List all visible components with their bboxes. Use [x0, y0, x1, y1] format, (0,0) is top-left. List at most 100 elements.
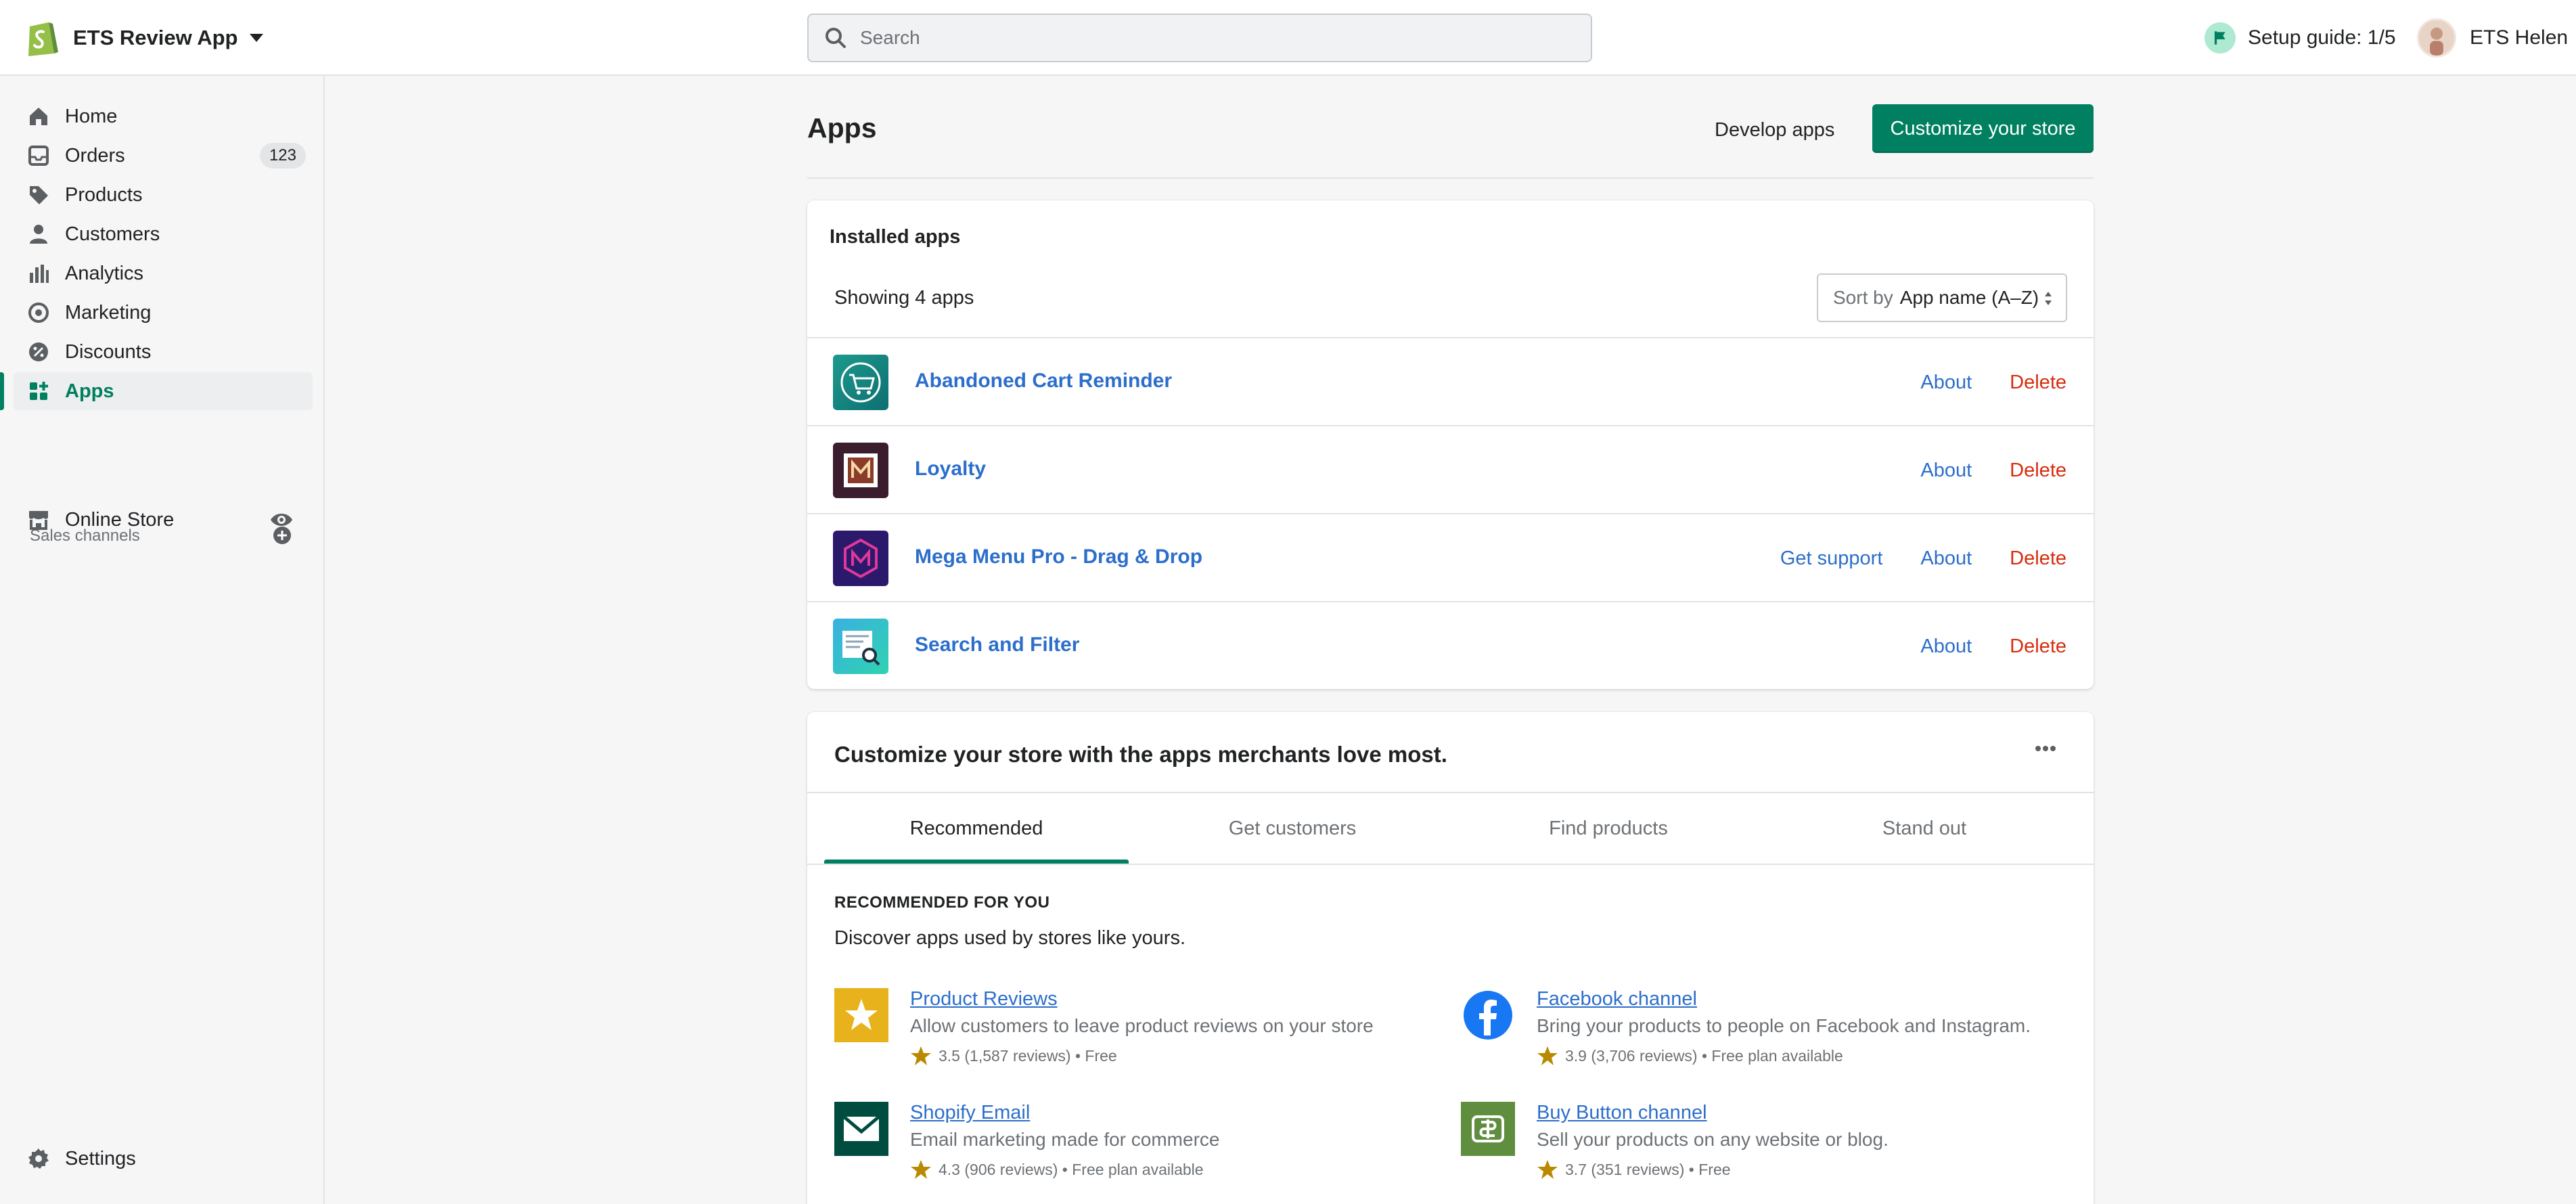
star-rating-icon — [1537, 1160, 1558, 1179]
sidebar-item-marketing[interactable]: Marketing — [14, 294, 313, 332]
chevron-down-icon — [250, 34, 264, 42]
sidebar-item-analytics[interactable]: Analytics — [14, 254, 313, 292]
sidebar: Home Orders 123 Products Customers Analy… — [0, 76, 325, 1204]
setup-guide-label: Setup guide: 1/5 — [2248, 26, 2396, 49]
select-arrows-icon — [2045, 292, 2052, 305]
customize-store-button[interactable]: Customize your store — [1872, 104, 2094, 153]
avatar — [2417, 18, 2456, 58]
recommended-app-description: Email marketing made for commerce — [910, 1129, 1220, 1150]
recommendation-tabs: Recommended Get customers Find products … — [807, 792, 2094, 865]
sidebar-item-label: Products — [65, 183, 143, 206]
get-support-link[interactable]: Get support — [1780, 548, 1883, 570]
sidebar-item-discounts[interactable]: Discounts — [14, 333, 313, 371]
person-icon — [30, 225, 47, 244]
tag-icon — [30, 186, 48, 204]
installed-apps-card: Installed apps Showing 4 apps Sort by Ap… — [807, 200, 2094, 689]
user-name: ETS Helen — [2470, 26, 2569, 49]
delete-link[interactable]: Delete — [2010, 636, 2066, 658]
sort-prefix: Sort by — [1833, 287, 1893, 308]
star-rating-icon — [1537, 1046, 1558, 1065]
flag-icon — [2205, 22, 2236, 53]
delete-link[interactable]: Delete — [2010, 372, 2066, 394]
store-name: ETS Review App — [73, 26, 238, 49]
about-link[interactable]: About — [1920, 636, 1972, 658]
sidebar-item-orders[interactable]: Orders 123 — [14, 137, 313, 175]
gear-icon — [28, 1149, 49, 1169]
recommended-app-description: Allow customers to leave product reviews… — [910, 1015, 1374, 1036]
sidebar-item-home[interactable]: Home — [14, 97, 313, 135]
about-link[interactable]: About — [1920, 548, 1972, 570]
recommended-app-link[interactable]: Buy Button channel — [1537, 1102, 1707, 1124]
sidebar-item-label: Online Store — [65, 508, 175, 531]
sidebar-item-label: Home — [65, 105, 118, 127]
page-title: Apps — [807, 112, 877, 143]
recommended-app-link[interactable]: Shopify Email — [910, 1102, 1030, 1124]
recommendations-card: Customize your store with the apps merch… — [807, 712, 2094, 1204]
setup-guide-button[interactable]: Setup guide: 1/5 — [2205, 22, 2396, 54]
tab-label: Stand out — [1882, 817, 1967, 839]
recommended-app-description: Bring your products to people on Faceboo… — [1537, 1015, 2031, 1036]
recommended-app-meta: 3.5 (1,587 reviews) • Free — [910, 1045, 1117, 1067]
sort-select[interactable]: Sort by App name (A–Z) — [1817, 273, 2067, 322]
app-name-link[interactable]: Mega Menu Pro - Drag & Drop — [915, 545, 1202, 568]
recommended-app-link[interactable]: Product Reviews — [910, 988, 1058, 1010]
sidebar-item-apps[interactable]: Apps — [0, 372, 313, 410]
app-row: Loyalty About Delete — [807, 425, 2094, 513]
rating-text: 3.9 (3,706 reviews) • Free plan availabl… — [1565, 1046, 1843, 1065]
sidebar-item-label: Customers — [65, 223, 160, 245]
recommended-app-link[interactable]: Facebook channel — [1537, 988, 1697, 1010]
tab-find-products[interactable]: Find products — [1456, 793, 1761, 864]
eye-icon[interactable] — [269, 510, 294, 530]
sidebar-item-label: Settings — [65, 1147, 136, 1169]
home-icon — [30, 108, 47, 125]
sidebar-item-label: Orders — [65, 144, 125, 166]
email-app-icon — [834, 1102, 888, 1156]
buy-button-app-icon — [1461, 1102, 1515, 1156]
tab-stand-out[interactable]: Stand out — [1772, 793, 2077, 864]
app-name-link[interactable]: Abandoned Cart Reminder — [915, 370, 1172, 393]
recommended-app-meta: 4.3 (906 reviews) • Free plan available — [910, 1159, 1204, 1180]
sidebar-item-products[interactable]: Products — [14, 176, 313, 214]
sort-value: App name (A–Z) — [1899, 287, 2039, 308]
store-switcher[interactable]: ETS Review App — [26, 18, 264, 58]
apps-count-text: Showing 4 apps — [834, 287, 974, 309]
search-input[interactable] — [860, 27, 1537, 49]
app-name-link[interactable]: Search and Filter — [915, 633, 1079, 656]
search-filter-app-icon — [833, 619, 888, 674]
loyalty-app-icon — [833, 443, 888, 498]
app-row: Mega Menu Pro - Drag & Drop Get support … — [807, 513, 2094, 601]
sidebar-item-settings[interactable]: Settings — [14, 1140, 313, 1178]
row-actions: About Delete — [1882, 338, 2066, 426]
tab-recommended[interactable]: Recommended — [824, 793, 1129, 864]
active-indicator — [0, 372, 4, 410]
delete-link[interactable]: Delete — [2010, 460, 2066, 482]
recommended-app: Shopify Email Email marketing made for c… — [834, 1102, 1416, 1190]
orders-icon — [28, 146, 49, 166]
recommended-app: Buy Button channel Sell your products on… — [1461, 1102, 2043, 1190]
tab-get-customers[interactable]: Get customers — [1140, 793, 1445, 864]
store-icon — [29, 511, 48, 530]
search-bar[interactable] — [807, 14, 1592, 62]
active-tab-indicator — [824, 860, 1129, 864]
rating-text: 4.3 (906 reviews) • Free plan available — [939, 1160, 1204, 1178]
delete-link[interactable]: Delete — [2010, 548, 2066, 570]
about-link[interactable]: About — [1920, 460, 1972, 482]
tab-label: Get customers — [1228, 817, 1357, 839]
cart-app-icon — [833, 355, 888, 410]
mega-menu-app-icon — [833, 531, 888, 586]
develop-apps-button[interactable]: Develop apps — [1702, 108, 1847, 152]
bar-chart-icon — [30, 265, 49, 283]
sidebar-item-customers[interactable]: Customers — [14, 215, 313, 253]
recommended-subtitle: Discover apps used by stores like yours. — [834, 927, 1185, 949]
user-menu[interactable]: ETS Helen — [2417, 18, 2568, 58]
orders-count-badge: 123 — [259, 143, 306, 169]
about-link[interactable]: About — [1920, 372, 1972, 394]
app-row: Search and Filter About Delete — [807, 601, 2094, 689]
star-app-icon — [834, 988, 888, 1042]
sidebar-item-online-store[interactable]: Online Store — [14, 501, 313, 539]
row-actions: About Delete — [1882, 602, 2066, 690]
app-name-link[interactable]: Loyalty — [915, 458, 986, 481]
sidebar-item-label: Marketing — [65, 301, 152, 324]
recommended-app-description: Sell your products on any website or blo… — [1537, 1129, 1889, 1150]
more-horizontal-icon[interactable] — [2035, 744, 2056, 753]
